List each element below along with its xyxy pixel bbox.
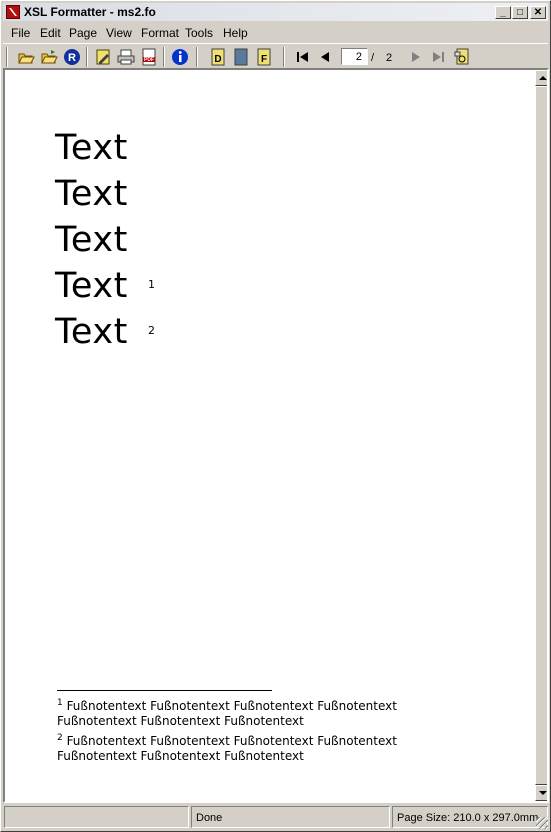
footnote-ref-1: 1 <box>148 278 155 291</box>
open-recent-icon[interactable] <box>40 48 58 66</box>
resize-grip[interactable] <box>536 817 548 829</box>
body-text-4: Text <box>55 266 128 306</box>
status-bar: Done Page Size: 210.0 x 297.0mm <box>3 804 549 830</box>
footnote-ref-2: 2 <box>148 324 155 337</box>
status-message: Done <box>191 806 390 828</box>
window-title: XSL Formatter - ms2.fo <box>24 5 156 19</box>
menu-edit[interactable]: Edit <box>40 26 61 40</box>
open-icon[interactable] <box>17 48 35 66</box>
menu-bar: File Edit Page View Format Tools Help <box>3 23 548 42</box>
pdf-icon[interactable]: PDF <box>140 48 158 66</box>
menu-view[interactable]: View <box>106 26 132 40</box>
toolbar: R PDF D F 2 / 2 <box>3 43 548 70</box>
status-page-size: Page Size: 210.0 x 297.0mm <box>392 806 548 828</box>
footnote-2-marker: 2 <box>57 733 63 743</box>
menu-tools[interactable]: Tools <box>185 26 213 40</box>
body-text-1: Text <box>55 128 128 168</box>
document-page: Text Text Text Text 1 Text 2 1 Fußnotent… <box>5 70 535 801</box>
arrow-up-icon <box>539 76 547 80</box>
toolbar-separator <box>163 47 165 67</box>
scroll-down-button[interactable] <box>535 785 547 801</box>
document-viewport[interactable]: Text Text Text Text 1 Text 2 1 Fußnotent… <box>3 68 549 803</box>
svg-text:PDF: PDF <box>144 57 154 63</box>
status-left <box>4 806 189 828</box>
goto-page-icon[interactable] <box>453 48 471 66</box>
arrow-down-icon <box>539 791 547 795</box>
toolbar-separator <box>196 47 198 67</box>
edit-icon[interactable] <box>94 48 112 66</box>
page-number-input[interactable] <box>341 48 368 65</box>
body-text-2: Text <box>55 174 128 214</box>
minimize-icon: _ <box>500 7 506 18</box>
svg-text:F: F <box>261 54 267 65</box>
footnote-1-text: Fußnotentext Fußnotentext Fußnotentext F… <box>66 699 397 713</box>
minimize-button[interactable]: _ <box>495 6 511 19</box>
first-page-icon[interactable] <box>294 48 312 66</box>
menu-file[interactable]: File <box>11 26 30 40</box>
prev-page-icon[interactable] <box>316 48 334 66</box>
vertical-scrollbar[interactable] <box>535 70 547 801</box>
footnote-1-line-2: Fußnotentext Fußnotentext Fußnotentext <box>57 714 304 728</box>
menu-format[interactable]: Format <box>141 26 179 40</box>
toolbar-grip <box>6 47 8 67</box>
next-page-icon[interactable] <box>407 48 425 66</box>
svg-text:D: D <box>214 54 221 65</box>
print-icon[interactable] <box>117 48 135 66</box>
f-view-icon[interactable]: F <box>255 48 273 66</box>
toolbar-separator <box>283 47 285 67</box>
body-text-5: Text <box>55 312 128 352</box>
scroll-up-button[interactable] <box>535 70 547 86</box>
footnote-separator <box>57 690 272 691</box>
d-view-icon[interactable]: D <box>209 48 227 66</box>
last-page-icon[interactable] <box>429 48 447 66</box>
render-icon[interactable]: R <box>63 48 81 66</box>
page-separator: / <box>371 52 375 64</box>
menu-page[interactable]: Page <box>69 26 97 40</box>
footnote-2-line-2: Fußnotentext Fußnotentext Fußnotentext <box>57 749 304 763</box>
title-bar[interactable]: XSL Formatter - ms2.fo _ □ ✕ <box>3 3 548 21</box>
page-view-icon[interactable] <box>232 48 250 66</box>
footnote-1-marker: 1 <box>57 698 63 708</box>
toolbar-separator <box>86 47 88 67</box>
page-total: 2 <box>386 52 393 64</box>
body-text-3: Text <box>55 220 128 260</box>
app-window: XSL Formatter - ms2.fo _ □ ✕ File Edit P… <box>0 0 551 832</box>
info-icon[interactable] <box>171 48 189 66</box>
menu-help[interactable]: Help <box>223 26 248 40</box>
close-button[interactable]: ✕ <box>530 6 546 19</box>
page-size-text: Page Size: 210.0 x 297.0mm <box>397 812 539 824</box>
maximize-icon: □ <box>516 7 524 18</box>
scroll-thumb[interactable] <box>535 86 547 785</box>
app-icon[interactable] <box>6 5 20 19</box>
close-icon: ✕ <box>533 7 543 18</box>
footnote-2-text: Fußnotentext Fußnotentext Fußnotentext F… <box>66 734 397 748</box>
maximize-button[interactable]: □ <box>512 6 528 19</box>
svg-text:R: R <box>68 52 76 64</box>
